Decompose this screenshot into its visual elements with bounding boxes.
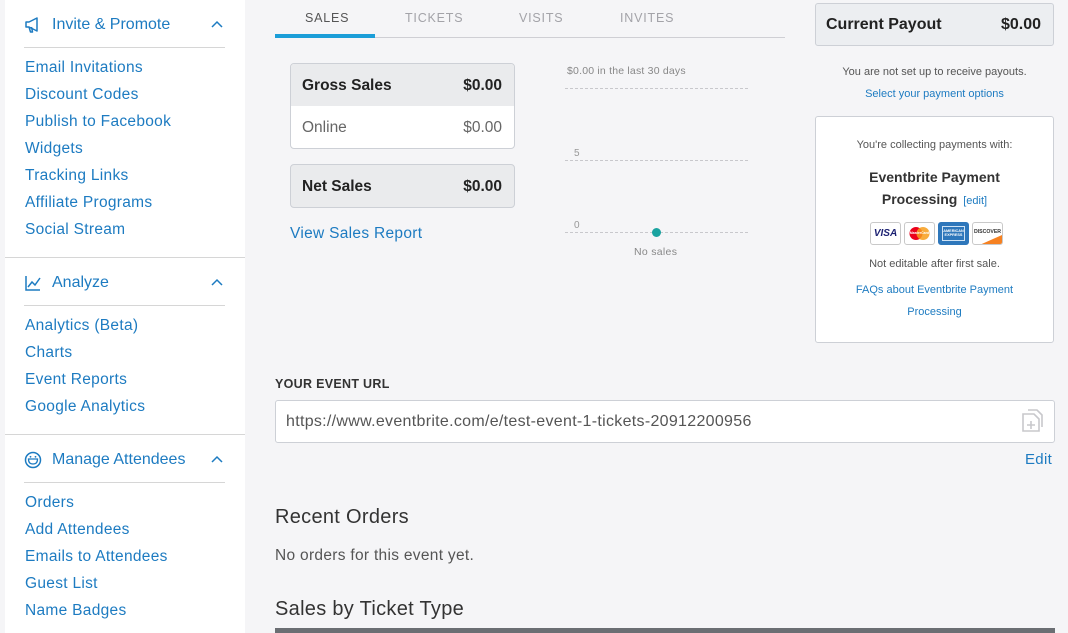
section-title: Analyze [52,274,109,291]
payment-processing-box: You're collecting payments with: Eventbr… [815,116,1054,343]
no-orders-message: No orders for this event yet. [275,547,475,564]
mastercard-label: MasterCard [909,231,930,235]
nav-name-badges[interactable]: Name Badges [25,602,127,620]
nav-discount-codes[interactable]: Discount Codes [25,86,139,104]
payment-provider: Eventbrite Payment [869,169,1000,185]
mastercard-card-icon: MasterCard [904,222,935,245]
edit-payment-link[interactable]: [edit] [963,195,987,207]
payment-intro: You're collecting payments with: [856,139,1013,151]
section-divider [5,434,245,435]
megaphone-icon [25,17,38,33]
chevron-up-icon[interactable] [211,455,223,463]
tab-sales[interactable]: SALES [305,11,349,25]
nav-tracking-links[interactable]: Tracking Links [25,167,129,185]
nav-email-invitations[interactable]: Email Invitations [25,59,143,77]
view-sales-report-link[interactable]: View Sales Report [290,225,422,243]
ticket-type-table-header [275,628,1055,633]
sales-chart: $0.00 in the last 30 days 5 0 No sales [560,60,760,270]
discover-card-icon: DISCOVER [972,222,1003,245]
nav-google-analytics[interactable]: Google Analytics [25,398,145,416]
copy-icon[interactable] [1019,409,1045,433]
amex-card-icon: AMERICAN EXPRESS [938,222,969,245]
sales-by-ticket-type-heading: Sales by Ticket Type [275,598,465,620]
tab-tickets[interactable]: TICKETS [405,11,463,25]
section-analyze-header[interactable]: Analyze [24,260,225,306]
nav-add-attendees[interactable]: Add Attendees [25,521,130,539]
chart-gridline [565,160,748,161]
nav-event-reports[interactable]: Event Reports [25,371,127,389]
section-title: Manage Attendees [52,451,186,468]
current-payout-value: $0.00 [1000,16,1041,33]
discover-label: DISCOVER [973,229,1002,235]
payment-provider-text: Processing [881,191,958,207]
active-tab-indicator [275,34,375,38]
select-payment-options-link[interactable]: Select your payment options [815,88,1054,100]
nav-guest-list[interactable]: Guest List [25,575,98,593]
net-sales-value: $0.00 [463,178,502,195]
gross-sales-box: Gross Sales $0.00 Online $0.00 [290,63,515,149]
chart-title: $0.00 in the last 30 days [567,65,686,77]
nav-social-stream[interactable]: Social Stream [25,221,125,239]
sidebar: Invite & Promote Email Invitations Disco… [5,0,245,633]
line-chart-icon [25,276,41,291]
y-tick-label: 5 [574,148,580,159]
net-sales-box: Net Sales $0.00 [290,164,515,208]
gross-sales-row: Gross Sales $0.00 [291,64,514,106]
online-sales-value: $0.00 [463,119,502,136]
nav-widgets[interactable]: Widgets [25,140,83,158]
net-sales-label: Net Sales [302,178,372,195]
tab-visits[interactable]: VISITS [519,11,563,25]
nav-affiliate-programs[interactable]: Affiliate Programs [25,194,152,212]
faq-payment-link-line2[interactable]: Processing [816,306,1053,318]
section-manage-attendees-header[interactable]: Manage Attendees [24,437,225,483]
dashboard-tabs: SALES TICKETS VISITS INVITES [275,0,785,38]
nav-publish-to-facebook[interactable]: Publish to Facebook [25,113,171,131]
not-editable-note: Not editable after first sale. [869,258,1000,270]
online-sales-label: Online [302,119,347,136]
faq-payment-link[interactable]: FAQs about Eventbrite Payment [816,284,1053,296]
chevron-up-icon[interactable] [211,20,223,28]
tab-invites[interactable]: INVITES [620,11,674,25]
discover-swoosh [981,235,1002,244]
visa-label: VISA [873,228,898,239]
payment-provider-line2: Processing [edit] [816,191,1053,207]
event-url-field[interactable] [275,400,1055,443]
recent-orders-heading: Recent Orders [275,506,409,528]
chevron-up-icon[interactable] [211,278,223,286]
gross-sales-value: $0.00 [463,77,502,94]
current-payout-label: Current Payout [826,16,942,33]
gross-sales-label: Gross Sales [302,77,392,94]
amex-label: AMERICAN EXPRESS [943,229,964,237]
nav-orders[interactable]: Orders [25,494,74,512]
current-payout-box: Current Payout $0.00 [815,3,1054,46]
section-title: Invite & Promote [52,16,171,33]
nav-charts[interactable]: Charts [25,344,72,362]
no-sales-annotation: No sales [634,246,678,258]
online-sales-row: Online $0.00 [291,106,514,148]
event-url-label: YOUR EVENT URL [275,377,390,391]
edit-url-link[interactable]: Edit [1025,451,1052,468]
nav-emails-to-attendees[interactable]: Emails to Attendees [25,548,168,566]
nav-analytics-beta[interactable]: Analytics (Beta) [25,317,138,335]
smiley-face-icon [24,451,42,469]
section-invite-promote-header[interactable]: Invite & Promote [24,2,225,48]
data-point [651,227,661,237]
y-tick-label: 0 [574,220,580,231]
chart-gridline [565,88,748,89]
section-divider [5,257,245,258]
visa-card-icon: VISA [870,222,901,245]
payout-notice: You are not set up to receive payouts. [842,66,1027,78]
